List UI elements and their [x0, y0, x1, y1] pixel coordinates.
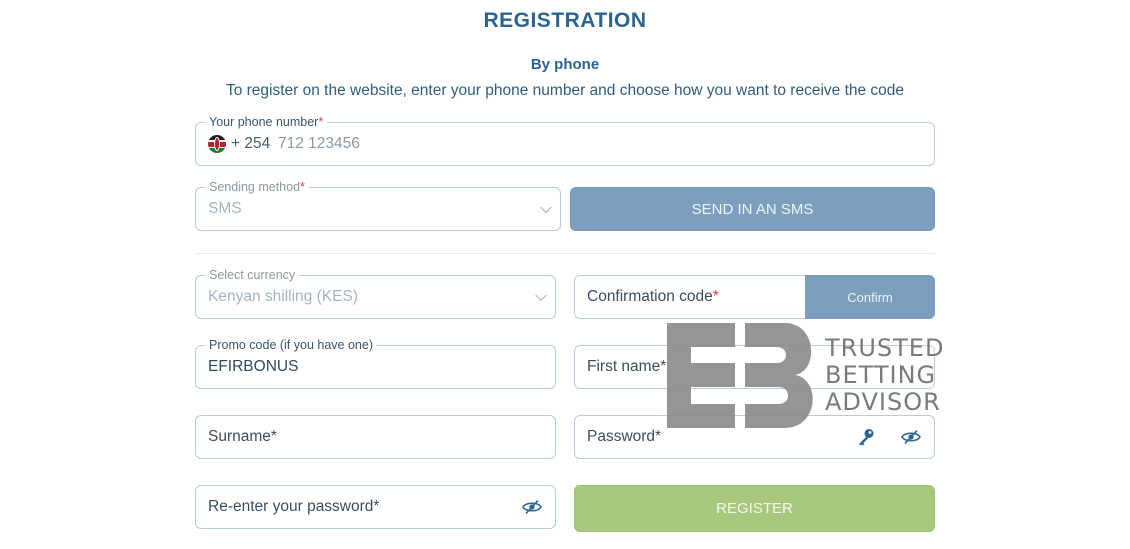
eye-slash-icon[interactable]	[522, 499, 542, 515]
surname-input[interactable]: Surname*	[208, 428, 277, 446]
registration-description: To register on the website, enter your p…	[225, 82, 905, 99]
first-name-input[interactable]: First name*	[587, 358, 666, 376]
chevron-down-icon	[540, 201, 552, 214]
phone-number-input[interactable]: 712 123456	[278, 135, 360, 153]
promo-code-label: Promo code (if you have one)	[205, 337, 377, 353]
password-input[interactable]: Password*	[587, 428, 661, 446]
currency-label: Select currency	[205, 267, 300, 283]
promo-code-input[interactable]: EFIRBONUS	[208, 358, 298, 376]
confirm-button[interactable]: Confirm	[805, 275, 935, 319]
reenter-password-field[interactable]: Re-enter your password*	[195, 485, 556, 529]
country-code-prefix[interactable]: + 254	[231, 135, 270, 153]
sending-method-select[interactable]: Sending method* SMS	[195, 179, 561, 231]
watermark-text-advisor: ADVISOR	[825, 388, 941, 416]
eye-slash-icon[interactable]	[901, 429, 921, 445]
phone-number-field[interactable]: Your phone number* + 254 712 123456	[195, 114, 935, 166]
register-button[interactable]: REGISTER	[574, 485, 935, 532]
confirmation-code-input[interactable]: Confirmation code*	[587, 288, 719, 306]
phone-number-label: Your phone number*	[205, 114, 328, 130]
currency-value: Kenyan shilling (KES)	[208, 288, 358, 305]
registration-method-label: By phone	[530, 56, 600, 73]
sending-method-label: Sending method*	[205, 179, 309, 195]
chevron-down-icon	[535, 289, 547, 302]
confirmation-code-field[interactable]: Confirmation code* Confirm	[574, 275, 935, 319]
kenya-flag-icon[interactable]	[208, 135, 226, 153]
promo-code-field[interactable]: Promo code (if you have one) EFIRBONUS	[195, 337, 556, 389]
currency-select[interactable]: Select currency Kenyan shilling (KES)	[195, 267, 556, 319]
divider	[195, 253, 935, 254]
send-sms-button[interactable]: SEND IN AN SMS	[570, 187, 935, 231]
reenter-password-input[interactable]: Re-enter your password*	[208, 498, 379, 516]
key-icon[interactable]	[856, 427, 876, 447]
trusted-betting-advisor-watermark: TRUSTED BETTING ADVISOR	[667, 323, 943, 428]
tba-logo-icon	[667, 323, 813, 428]
watermark-text-trusted: TRUSTED	[825, 334, 945, 362]
page-title: REGISTRATION	[483, 9, 647, 32]
sending-method-value: SMS	[208, 200, 242, 217]
watermark-text-betting: BETTING	[825, 361, 937, 389]
surname-field[interactable]: Surname*	[195, 415, 556, 459]
